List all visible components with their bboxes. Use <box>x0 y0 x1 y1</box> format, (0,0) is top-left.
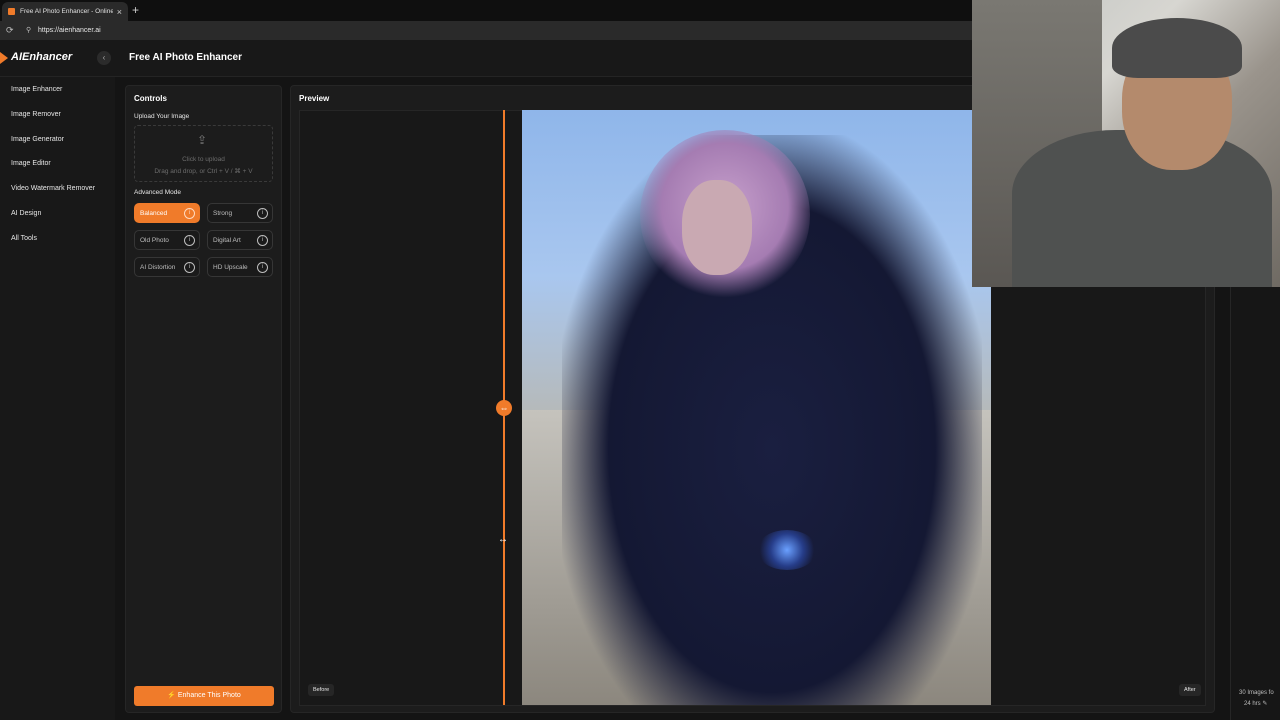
mode-digital-art-button[interactable]: Digital Art i <box>207 230 273 250</box>
tab-title: Free AI Photo Enhancer - Online A <box>20 8 113 15</box>
site-info-icon[interactable]: ⚲ <box>26 26 31 34</box>
after-tag: After <box>1179 684 1201 696</box>
sidebar-item-video-watermark-remover[interactable]: Video Watermark Remover <box>11 185 95 192</box>
sidebar-item-image-editor[interactable]: Image Editor <box>11 160 51 167</box>
enhance-photo-button[interactable]: ⚡ Enhance This Photo <box>134 686 274 706</box>
advanced-mode-label: Advanced Mode <box>134 189 181 196</box>
mode-old-photo-button[interactable]: Old Photo i <box>134 230 200 250</box>
tab-close-icon[interactable]: × <box>117 7 122 17</box>
enhance-button-label: Enhance This Photo <box>177 692 241 699</box>
dropzone-primary-text: Click to upload <box>182 156 225 163</box>
photo-lens-flare <box>757 530 817 570</box>
sidebar-item-image-generator[interactable]: Image Generator <box>11 136 64 143</box>
mode-strong-button[interactable]: Strong i <box>207 203 273 223</box>
right-panel <box>1230 280 1280 720</box>
logo-mark-icon <box>0 52 8 64</box>
browser-tab[interactable]: Free AI Photo Enhancer - Online A × <box>2 2 128 21</box>
photo-subject-face <box>682 180 752 275</box>
controls-panel: Controls Upload Your Image ⇪ Click to up… <box>125 85 282 713</box>
info-icon[interactable]: i <box>184 262 195 273</box>
sidebar-item-ai-design[interactable]: AI Design <box>11 210 41 217</box>
preview-title: Preview <box>299 94 330 103</box>
info-icon[interactable]: i <box>184 208 195 219</box>
url-text[interactable]: https://aienhancer.ai <box>38 27 101 34</box>
quota-text: 30 Images fo <box>1239 690 1274 696</box>
controls-title: Controls <box>134 94 167 103</box>
mode-label: Strong <box>213 210 233 217</box>
comparison-slider-handle[interactable]: ⇔ <box>496 400 512 416</box>
webcam-overlay <box>972 0 1280 287</box>
mode-ai-distortion-button[interactable]: AI Distortion i <box>134 257 200 277</box>
upload-dropzone[interactable]: ⇪ Click to upload Drag and drop, or Ctrl… <box>134 125 273 182</box>
info-icon[interactable]: i <box>257 262 268 273</box>
new-tab-button[interactable]: + <box>132 3 139 17</box>
mode-label: AI Distortion <box>140 264 176 271</box>
mode-hd-upscale-button[interactable]: HD Upscale i <box>207 257 273 277</box>
info-icon[interactable]: i <box>184 235 195 246</box>
webcam-person-cap <box>1112 18 1242 78</box>
resize-cursor-icon: ↔ <box>498 534 508 545</box>
magic-wand-icon: ⚡ <box>167 692 178 699</box>
mode-label: Digital Art <box>213 237 241 244</box>
upload-icon: ⇪ <box>197 133 208 147</box>
enhanced-photo <box>522 110 991 705</box>
info-icon[interactable]: i <box>257 235 268 246</box>
page-title: Free AI Photo Enhancer <box>129 52 242 63</box>
upload-label: Upload Your Image <box>134 113 190 120</box>
mode-label: Balanced <box>140 210 168 217</box>
sidebar: Image Enhancer Image Remover Image Gener… <box>0 77 115 720</box>
collapse-sidebar-button[interactable]: ‹ <box>97 51 111 65</box>
dropzone-secondary-text: Drag and drop, or Ctrl + V / ⌘ + V <box>154 168 253 175</box>
site-favicon-icon <box>8 8 15 15</box>
mode-balanced-button[interactable]: Balanced i <box>134 203 200 223</box>
reload-icon[interactable]: ⟳ <box>6 25 14 36</box>
sidebar-item-image-enhancer[interactable]: Image Enhancer <box>11 86 62 93</box>
info-icon[interactable]: i <box>257 208 268 219</box>
mode-label: HD Upscale <box>213 264 248 271</box>
quota-period-text: 24 hrs ✎ <box>1244 701 1268 707</box>
mode-label: Old Photo <box>140 237 169 244</box>
sidebar-item-all-tools[interactable]: All Tools <box>11 235 37 242</box>
sidebar-item-image-remover[interactable]: Image Remover <box>11 111 61 118</box>
before-tag: Before <box>308 684 335 696</box>
app-logo[interactable]: AIEnhancer <box>11 51 72 63</box>
